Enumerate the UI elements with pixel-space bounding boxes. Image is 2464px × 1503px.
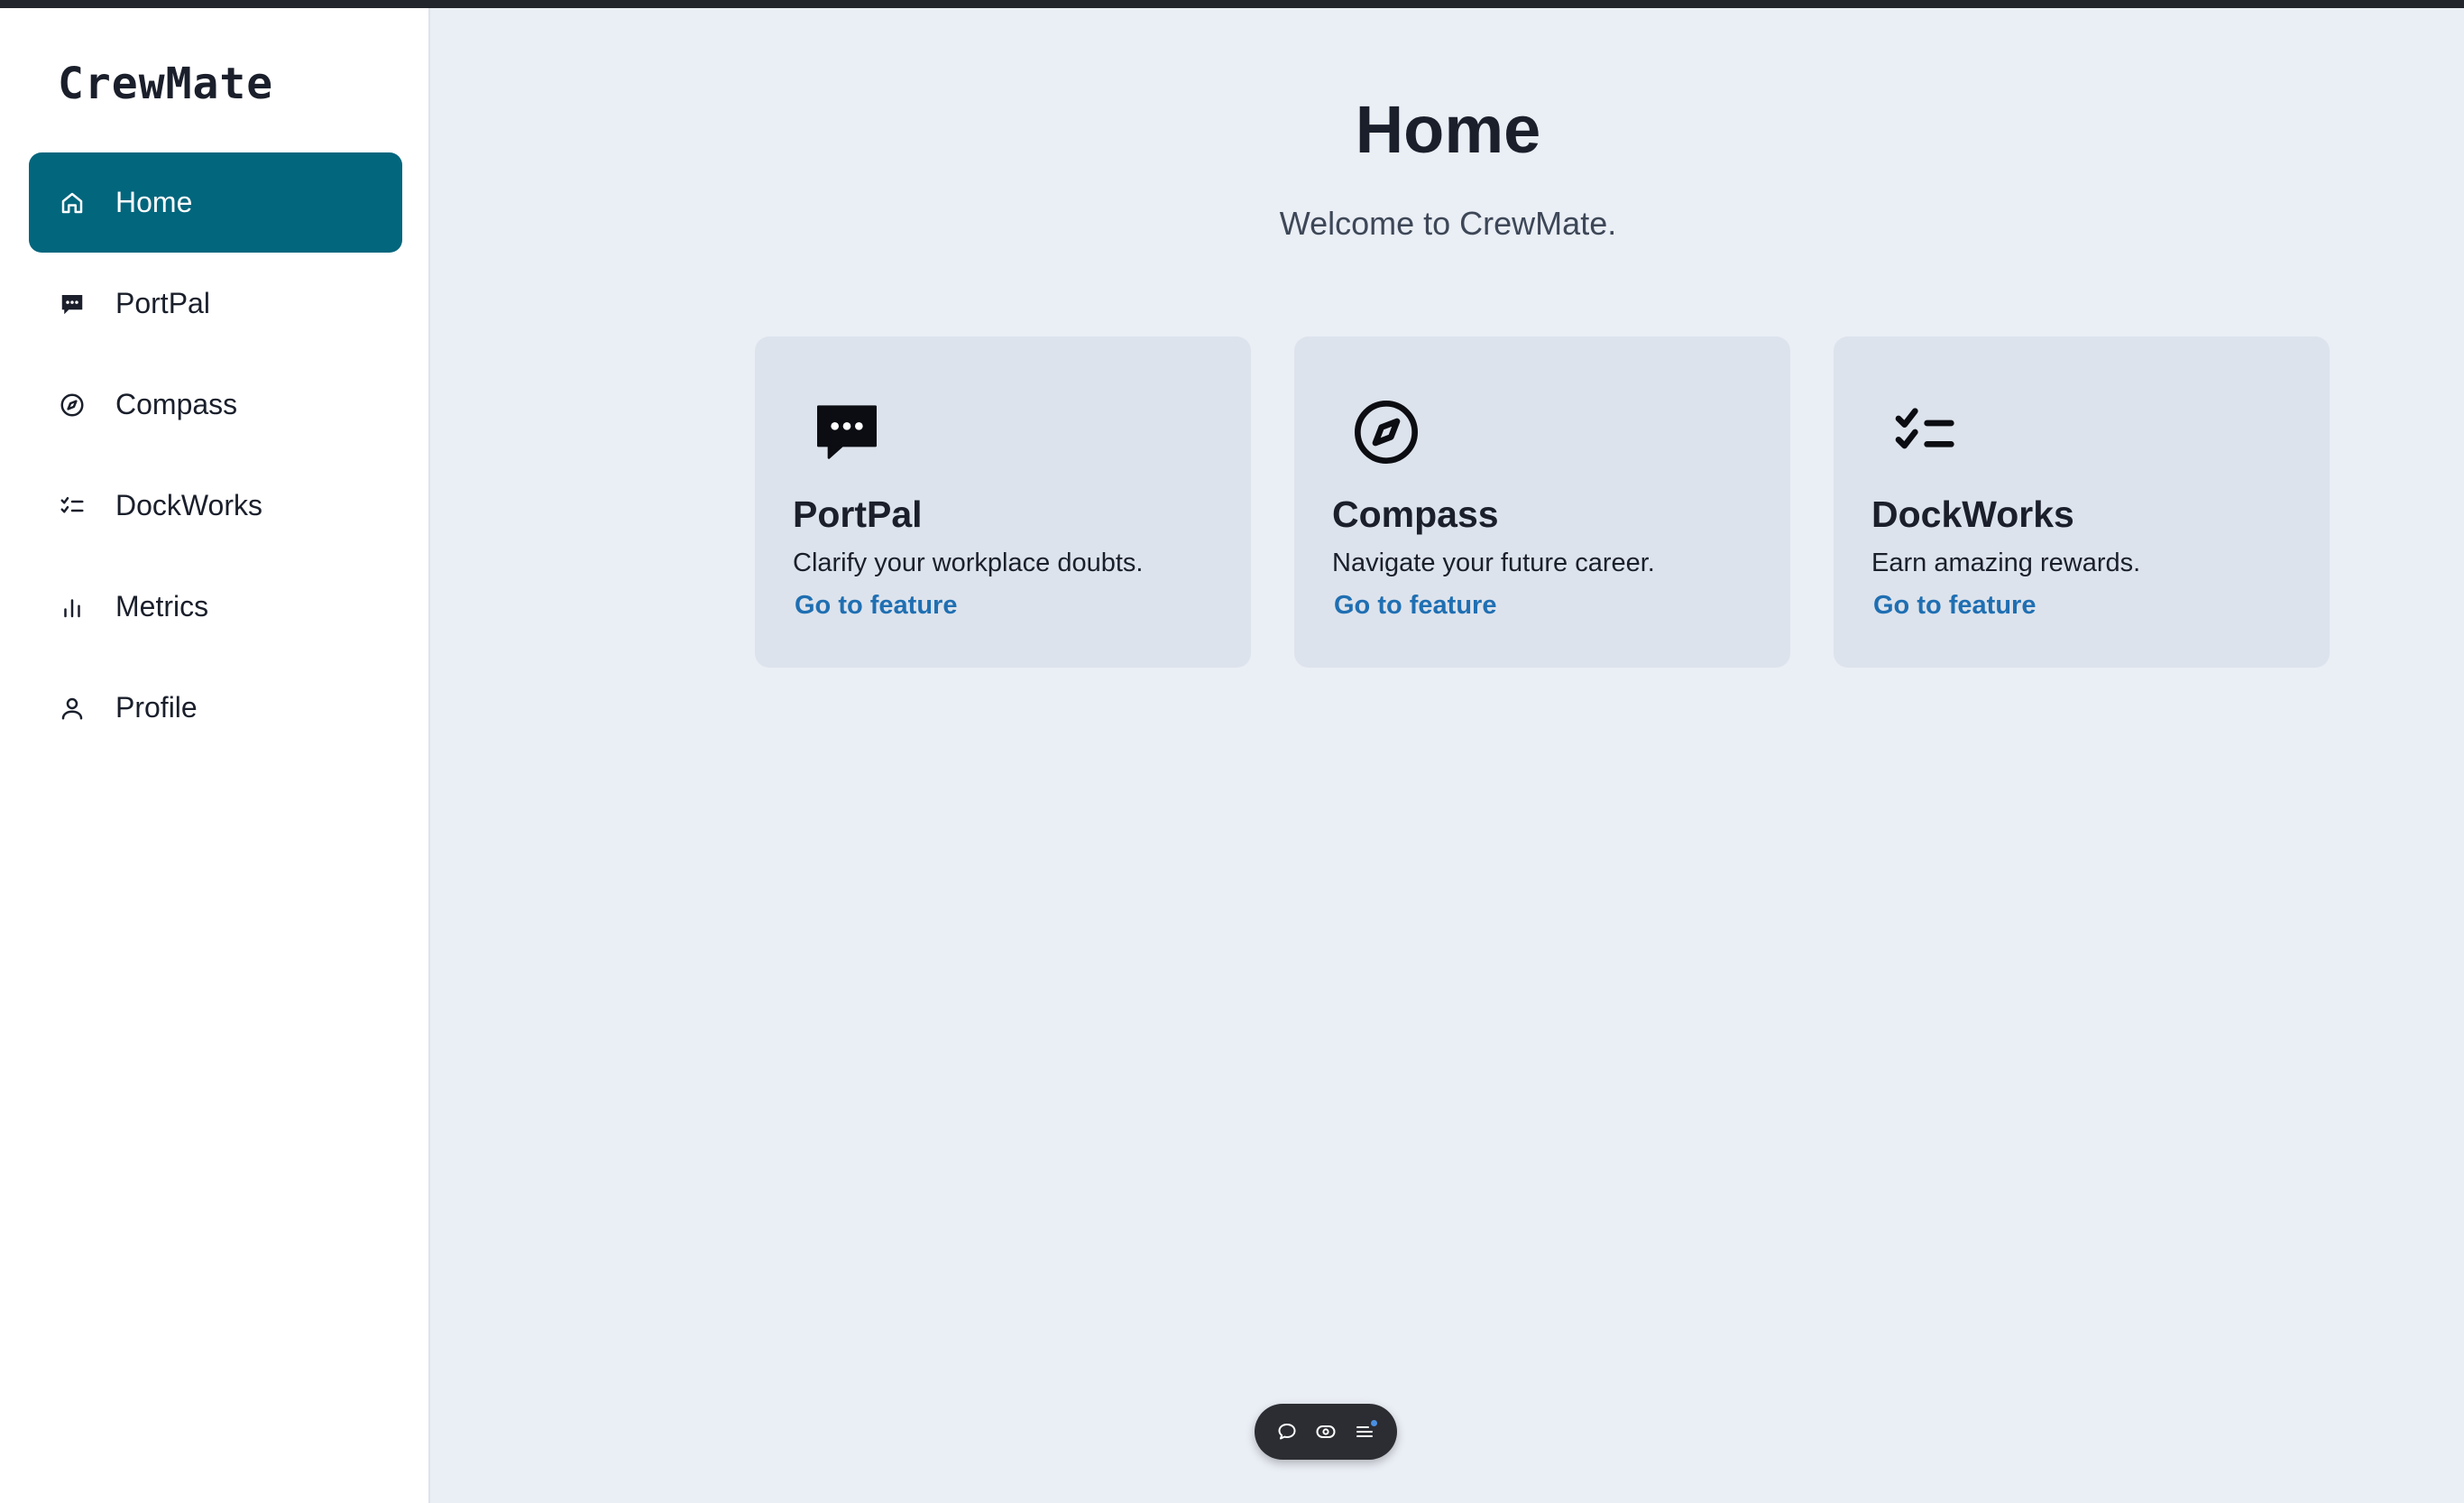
go-to-feature-link[interactable]: Go to feature	[795, 591, 957, 621]
card-title: Compass	[1332, 493, 1499, 535]
floating-toolbar	[1255, 1404, 1397, 1460]
sidebar-item-label: DockWorks	[115, 489, 262, 521]
feature-card-dockworks[interactable]: DockWorks Earn amazing rewards. Go to fe…	[1834, 337, 2330, 668]
sidebar-item-dockworks[interactable]: DockWorks	[29, 456, 402, 556]
sidebar-item-compass[interactable]: Compass	[29, 355, 402, 455]
sidebar-nav: Home PortPal Compass DockWorks Metrics P…	[29, 152, 402, 759]
main-content: Home Welcome to CrewMate. PortPal Clarif…	[432, 8, 2464, 1503]
checklist-icon	[56, 490, 88, 522]
sidebar-item-label: PortPal	[115, 287, 210, 319]
card-title: DockWorks	[1871, 493, 2074, 535]
sidebar-item-home[interactable]: Home	[29, 152, 402, 253]
sidebar-item-label: Metrics	[115, 590, 209, 622]
go-to-feature-link[interactable]: Go to feature	[1334, 591, 1496, 621]
compass-icon	[56, 389, 88, 421]
sidebar: CrewMate Home PortPal Compass DockWorks	[0, 8, 430, 1503]
sidebar-item-label: Compass	[115, 388, 238, 420]
sidebar-item-label: Home	[115, 186, 193, 218]
sidebar-item-metrics[interactable]: Metrics	[29, 557, 402, 657]
bar-chart-icon	[56, 591, 88, 623]
sidebar-item-profile[interactable]: Profile	[29, 658, 402, 758]
page-title: Home	[1355, 92, 1541, 167]
eye-icon[interactable]	[1312, 1418, 1339, 1445]
sidebar-item-portpal[interactable]: PortPal	[29, 254, 402, 354]
go-to-feature-link[interactable]: Go to feature	[1873, 591, 2036, 621]
app-logo[interactable]: CrewMate	[58, 59, 273, 109]
card-title: PortPal	[793, 493, 923, 535]
user-icon	[56, 692, 88, 724]
checklist-icon	[1889, 396, 1962, 468]
card-description: Earn amazing rewards.	[1871, 549, 2141, 577]
feature-card-portpal[interactable]: PortPal Clarify your workplace doubts. G…	[755, 337, 1251, 668]
feature-cards: PortPal Clarify your workplace doubts. G…	[755, 337, 2330, 668]
compass-icon	[1350, 396, 1422, 468]
card-description: Clarify your workplace doubts.	[793, 549, 1144, 577]
page-subtitle: Welcome to CrewMate.	[1279, 205, 1617, 242]
chat-bubble-icon	[811, 396, 883, 468]
home-icon	[56, 187, 88, 219]
top-bar	[0, 0, 2464, 8]
feature-card-compass[interactable]: Compass Navigate your future career. Go …	[1294, 337, 1790, 668]
sidebar-item-label: Profile	[115, 691, 198, 724]
menu-icon[interactable]	[1351, 1418, 1378, 1445]
chat-bubble-icon	[56, 288, 88, 320]
comment-icon[interactable]	[1273, 1418, 1301, 1445]
card-description: Navigate your future career.	[1332, 549, 1655, 577]
notification-dot	[1371, 1420, 1378, 1426]
